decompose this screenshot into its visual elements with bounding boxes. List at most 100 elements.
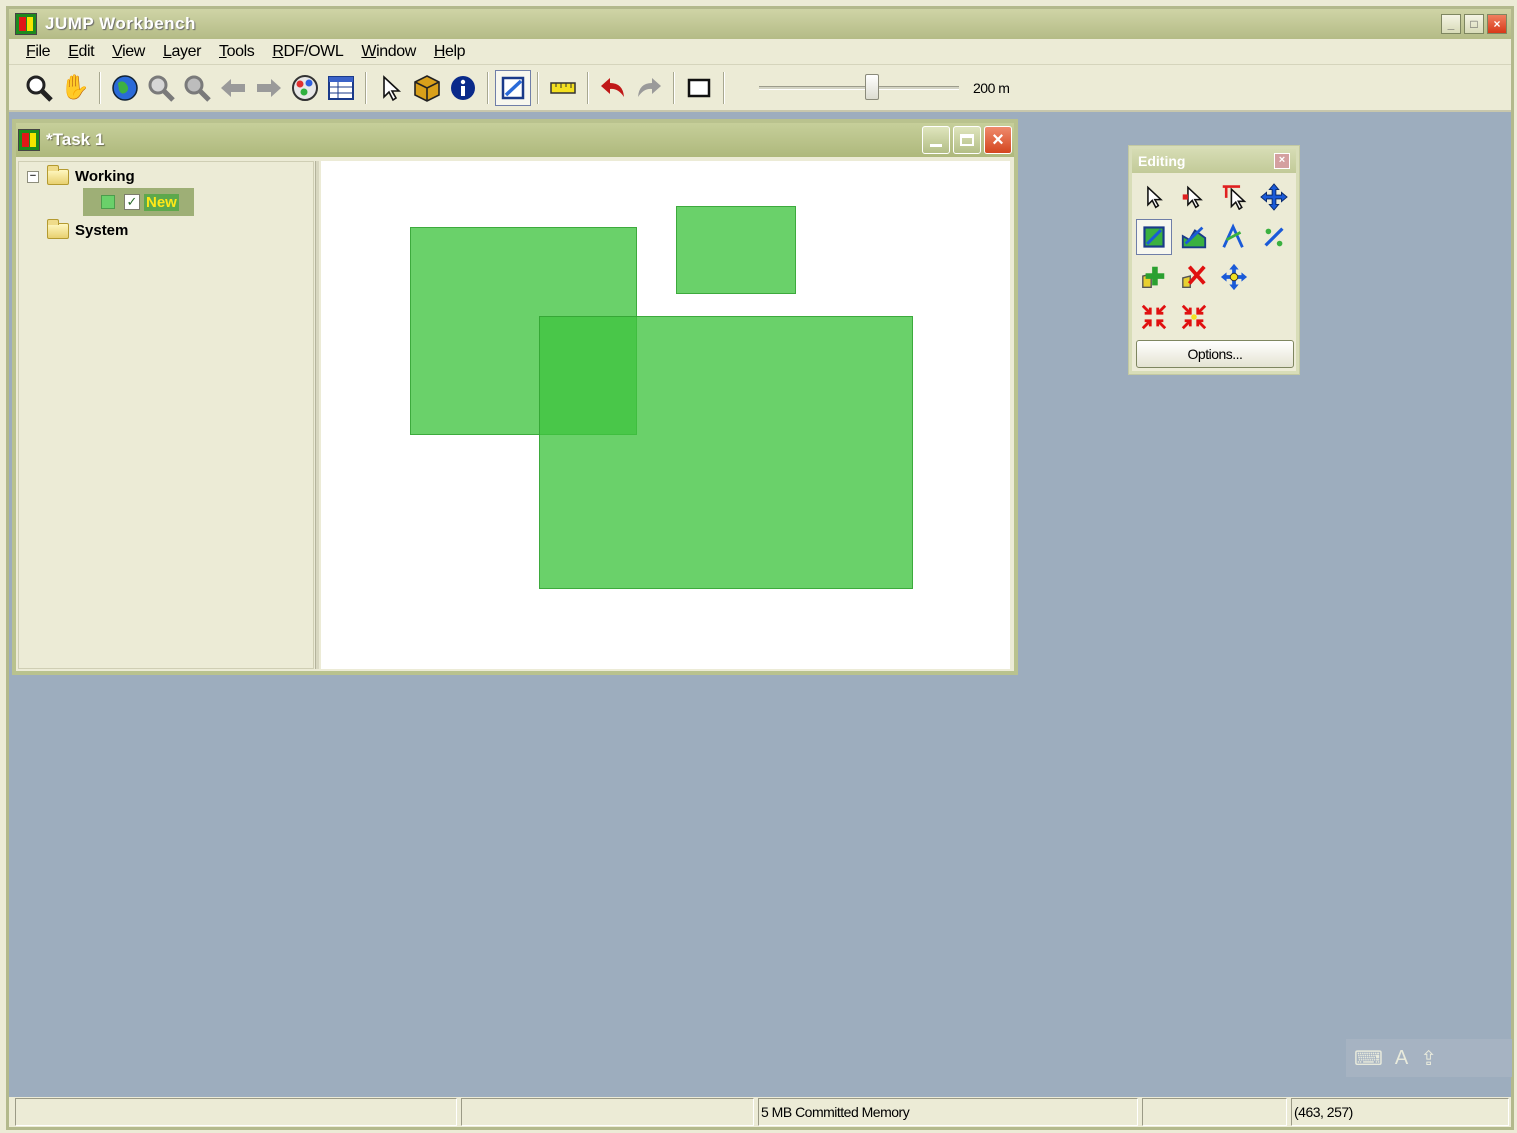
edit-toolbox-button[interactable] [495,70,531,106]
fence-button[interactable] [681,70,717,106]
status-message [15,1098,457,1126]
scale-label: 200 m [973,80,1010,96]
tree-category-working[interactable]: − Working [27,164,135,185]
menu-tools[interactable]: Tools [210,43,263,61]
layer-visibility-checkbox[interactable]: ✓ [124,194,140,210]
zoom-out-icon [184,75,211,102]
select-linestrings-icon [1222,185,1247,210]
menu-rdf-owl[interactable]: RDF/OWL [263,43,352,61]
layer-item-new[interactable]: ✓ New [83,188,194,216]
draw-polygon-icon [1143,226,1165,248]
main-toolbar: ✋ 200 m [9,66,1511,112]
edit-toolbox-icon [501,76,525,100]
minimize-icon: _ [1447,17,1455,31]
status-memory: 5 MB Committed Memory [758,1098,1138,1126]
scale-slider[interactable] [759,74,959,100]
zoom-next-button[interactable] [251,70,287,106]
select-parts-button[interactable] [1176,179,1212,215]
zoom-next-icon [257,79,281,97]
folder-icon [47,218,69,239]
draw-point-button[interactable] [1256,219,1292,255]
category-label: System [75,222,129,239]
map-feature-polygon[interactable] [676,206,796,294]
keyboard-icon: ⌨ [1354,1047,1383,1070]
feature-info-icon [414,75,440,102]
fence-icon [687,78,711,98]
task-close-button[interactable]: × [984,126,1012,154]
select-button[interactable] [373,70,409,106]
zoom-full-extent-button[interactable] [107,70,143,106]
snap-vertices-button[interactable] [1136,299,1172,335]
jump-logo-icon [15,13,37,35]
toolbar-separator [673,72,675,104]
insert-vertex-button[interactable] [1136,259,1172,295]
maximize-icon [960,134,974,146]
layer-color-button[interactable] [287,70,323,106]
maximize-icon: □ [1470,17,1478,31]
tree-category-system[interactable]: System [47,218,129,239]
close-button[interactable]: × [1487,14,1507,34]
pan-button[interactable]: ✋ [57,70,93,106]
main-title-bar[interactable]: JUMP Workbench _ □ × [9,9,1511,39]
task-maximize-button[interactable] [953,126,981,154]
attribute-table-button[interactable] [323,70,359,106]
layer-color-swatch [101,195,115,209]
task-title-bar[interactable]: *Task 1 × [16,123,1014,157]
menu-view[interactable]: View [103,43,154,61]
menu-file[interactable]: File [17,43,59,61]
measure-button[interactable] [545,70,581,106]
minimize-button[interactable]: _ [1441,14,1461,34]
editing-close-button[interactable]: × [1274,153,1290,169]
editing-palette: Editing × Options... [1129,146,1299,374]
undo-button[interactable] [595,70,631,106]
draw-point-icon [1264,227,1284,247]
delete-vertex-icon [1182,265,1206,288]
snap-vertices-together-button[interactable] [1176,299,1212,335]
info-icon [451,76,475,100]
menu-layer[interactable]: Layer [154,43,210,61]
zoom-previous-icon [221,79,245,97]
map-feature-polygon[interactable] [539,316,913,589]
redo-button[interactable] [631,70,667,106]
info-button[interactable] [445,70,481,106]
select-parts-icon [1182,185,1203,209]
insert-vertex-icon [1142,266,1165,288]
task-window: *Task 1 × − Working ✓ New System [12,119,1018,675]
category-label: Working [75,168,135,185]
zoom-previous-button[interactable] [215,70,251,106]
select-linestrings-button[interactable] [1216,179,1252,215]
draw-polyline-icon [1181,226,1207,249]
maximize-button[interactable]: □ [1464,14,1484,34]
editing-title-bar[interactable]: Editing × [1132,149,1296,173]
feature-info-button[interactable] [409,70,445,106]
menu-edit[interactable]: Edit [59,43,103,61]
editing-title: Editing [1138,153,1186,169]
minimize-icon [930,143,942,147]
select-features-button[interactable] [1136,179,1172,215]
zoom-button[interactable] [21,70,57,106]
toolbar-separator [587,72,589,104]
zoom-in-button[interactable] [143,70,179,106]
map-canvas[interactable] [321,161,1010,669]
delete-vertex-button[interactable] [1176,259,1212,295]
scale-slider-thumb[interactable] [865,74,879,100]
move-selected-button[interactable] [1256,179,1292,215]
status-bar: 5 MB Committed Memory (463, 257) [15,1098,1509,1126]
task-minimize-button[interactable] [922,126,950,154]
collapse-icon[interactable]: − [27,170,39,183]
draw-polygon-button[interactable] [1136,219,1172,255]
draw-polyline-button[interactable] [1176,219,1212,255]
zoom-out-button[interactable] [179,70,215,106]
toolbar-separator [99,72,101,104]
editing-options-button[interactable]: Options... [1136,340,1294,368]
close-icon: × [1493,17,1501,31]
layer-name: New [144,193,179,211]
menu-help[interactable]: Help [425,43,474,61]
draw-linestring-icon [1222,223,1244,248]
toolbar-separator [487,72,489,104]
panel-splitter[interactable] [315,161,319,669]
input-mode-icon: A [1394,1046,1409,1069]
move-vertex-button[interactable] [1216,259,1252,295]
menu-window[interactable]: Window [352,43,425,61]
draw-linestring-button[interactable] [1216,219,1252,255]
